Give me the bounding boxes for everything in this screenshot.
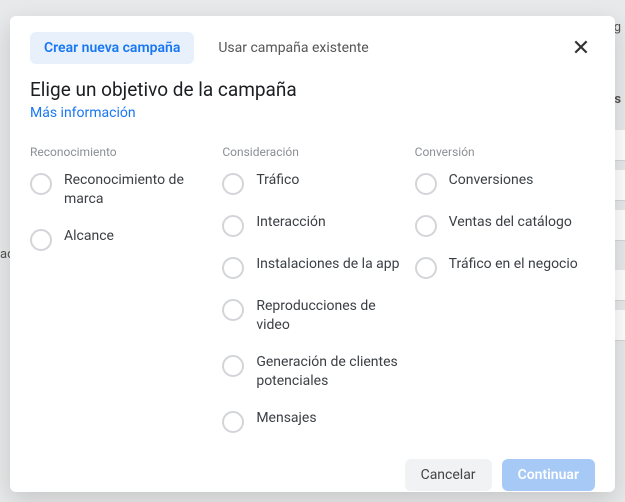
option-label: Tráfico [256,171,299,190]
modal-heading: Elige un objetivo de la campaña [30,78,595,101]
option-video-plays[interactable]: Reproducciones de video [222,297,402,335]
option-label: Instalaciones de la app [256,255,399,274]
option-app-installs[interactable]: Instalaciones de la app [222,255,402,279]
tabs-row: Crear nueva campaña Usar campaña existen… [30,32,595,64]
option-lead-generation[interactable]: Generación de clientes potenciales [222,353,402,391]
option-label: Ventas del catálogo [449,213,572,232]
option-label: Generación de clientes potenciales [256,353,402,391]
close-icon: ✕ [572,36,590,61]
radio-icon [222,257,244,279]
tab-existing-campaign[interactable]: Usar campaña existente [208,32,378,64]
option-reach[interactable]: Alcance [30,227,210,251]
column-header: Conversión [415,145,595,159]
radio-icon [222,215,244,237]
continue-button[interactable]: Continuar [502,459,595,491]
radio-icon [222,411,244,433]
radio-icon [222,355,244,377]
close-button[interactable]: ✕ [567,34,595,62]
radio-icon [222,299,244,321]
radio-icon [415,257,437,279]
more-info-link[interactable]: Más información [30,105,595,121]
column-header: Reconocimiento [30,145,210,159]
option-label: Reconocimiento de marca [64,171,210,209]
column-recognition: Reconocimiento Reconocimiento de marca A… [30,145,210,451]
column-conversion: Conversión Conversiones Ventas del catál… [415,145,595,451]
modal-footer: Cancelar Continuar [30,451,595,491]
option-traffic[interactable]: Tráfico [222,171,402,195]
option-conversions[interactable]: Conversiones [415,171,595,195]
option-label: Alcance [64,227,114,246]
option-store-traffic[interactable]: Tráfico en el negocio [415,255,595,279]
radio-icon [222,173,244,195]
campaign-modal: Crear nueva campaña Usar campaña existen… [10,16,615,492]
option-messages[interactable]: Mensajes [222,409,402,433]
column-consideration: Consideración Tráfico Interacción Instal… [222,145,402,451]
option-catalog-sales[interactable]: Ventas del catálogo [415,213,595,237]
option-label: Mensajes [256,409,316,428]
option-label: Conversiones [449,171,534,190]
radio-icon [30,229,52,251]
option-brand-awareness[interactable]: Reconocimiento de marca [30,171,210,209]
option-label: Interacción [256,213,325,232]
objective-columns: Reconocimiento Reconocimiento de marca A… [30,145,595,451]
option-interaction[interactable]: Interacción [222,213,402,237]
option-label: Tráfico en el negocio [449,255,578,274]
tab-new-campaign[interactable]: Crear nueva campaña [30,32,194,64]
radio-icon [415,173,437,195]
radio-icon [30,173,52,195]
column-header: Consideración [222,145,402,159]
radio-icon [415,215,437,237]
option-label: Reproducciones de video [256,297,402,335]
cancel-button[interactable]: Cancelar [405,459,492,491]
